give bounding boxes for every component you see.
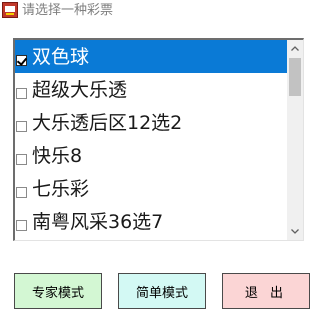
list-item-label: 南粤风采36选7 <box>32 210 164 233</box>
list-item-label: 快乐8 <box>32 144 83 167</box>
title-bar: 请选择一种彩票 <box>0 0 322 24</box>
list-item-chaojidaletou[interactable]: 超级大乐透 <box>15 73 288 106</box>
scroll-up-arrow-icon[interactable] <box>287 40 303 57</box>
checklist-items: 双色球 超级大乐透 大乐透后区12选2 快乐8 七乐彩 南粤风采36选7 <box>15 40 288 240</box>
lottery-checklist[interactable]: 双色球 超级大乐透 大乐透后区12选2 快乐8 七乐彩 南粤风采36选7 <box>13 38 304 241</box>
checkbox-unchecked-icon[interactable] <box>16 220 27 231</box>
simple-mode-button[interactable]: 简单模式 <box>118 273 206 309</box>
lottery-app-icon <box>2 2 18 18</box>
scroll-down-arrow-icon[interactable] <box>287 223 303 240</box>
list-item-label: 超级大乐透 <box>32 78 128 101</box>
vertical-scrollbar[interactable] <box>287 40 303 240</box>
list-item-shuangseqiu[interactable]: 双色球 <box>15 40 288 73</box>
checkbox-unchecked-icon[interactable] <box>16 88 27 99</box>
expert-mode-button[interactable]: 专家模式 <box>14 273 102 309</box>
list-item-nanyuefengcai[interactable]: 南粤风采36选7 <box>15 205 288 238</box>
list-item-label: 双色球 <box>32 45 90 68</box>
list-item-kuaile8[interactable]: 快乐8 <box>15 139 288 172</box>
checkbox-unchecked-icon[interactable] <box>16 187 27 198</box>
list-item-daletou-houqu[interactable]: 大乐透后区12选2 <box>15 106 288 139</box>
list-item-qilecai[interactable]: 七乐彩 <box>15 172 288 205</box>
scroll-thumb[interactable] <box>289 58 301 96</box>
checkbox-unchecked-icon[interactable] <box>16 121 27 132</box>
list-item-label: 七乐彩 <box>32 177 90 200</box>
window-title: 请选择一种彩票 <box>22 3 114 18</box>
lottery-selection-window: 请选择一种彩票 双色球 超级大乐透 大乐透后区12选2 快乐8 七乐彩 南粤风采… <box>0 0 322 324</box>
checkbox-checked-icon[interactable] <box>16 55 27 66</box>
exit-button[interactable]: 退 出 <box>222 273 310 309</box>
checkbox-unchecked-icon[interactable] <box>16 154 27 165</box>
list-item-label: 大乐透后区12选2 <box>32 111 183 134</box>
